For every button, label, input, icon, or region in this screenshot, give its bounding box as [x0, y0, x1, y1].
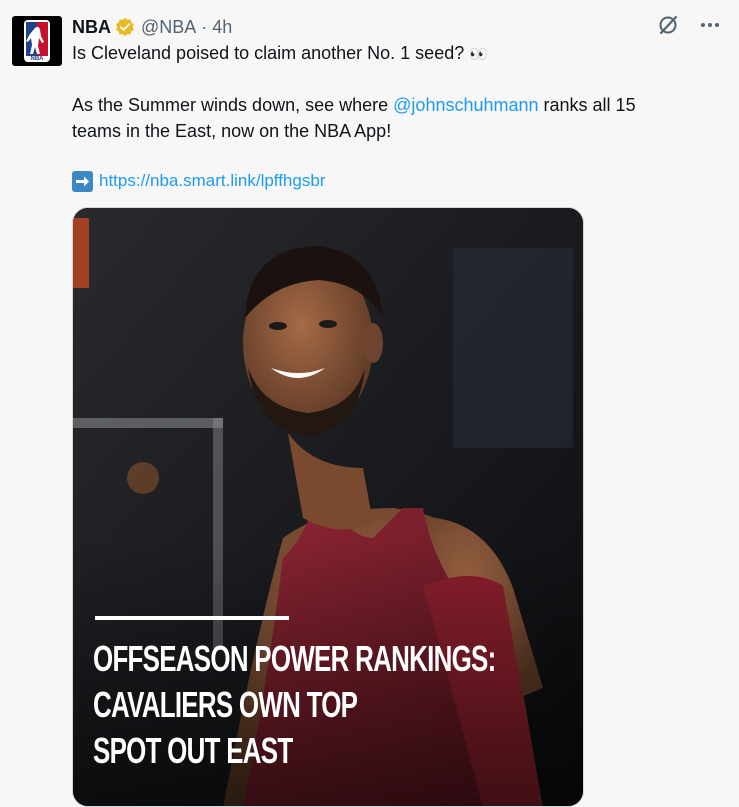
tweet-question: Is Cleveland poised to claim another No.…	[72, 43, 465, 63]
eyes-emoji: 👀	[469, 46, 488, 63]
headline-line: Offseason Power Rankings:	[93, 638, 496, 679]
tweet-text-line-3: teams in the East, now on the NBA App!	[72, 121, 392, 141]
grok-icon[interactable]	[657, 14, 679, 36]
headline-line: Spot Out East	[93, 730, 293, 771]
separator-dot: ·	[201, 16, 208, 37]
tweet-header: NBA @NBA · 4h	[72, 16, 232, 38]
tweet-link-row: https://nba.smart.link/lpffhgsbr	[72, 168, 325, 194]
media-headline: Offseason Power Rankings: Cavaliers Own …	[93, 636, 496, 774]
svg-text:NBA: NBA	[31, 56, 45, 62]
tweet-text-segment: ranks all 15	[538, 95, 636, 115]
more-horizontal-icon[interactable]	[699, 14, 721, 36]
tweet-actions	[657, 14, 721, 36]
gold-verified-badge-icon[interactable]	[115, 17, 135, 37]
tweet-text-line-2: As the Summer winds down, see where @joh…	[72, 92, 636, 118]
author-name[interactable]: NBA	[72, 17, 111, 38]
tweet-media-image[interactable]: Offseason Power Rankings: Cavaliers Own …	[72, 207, 584, 807]
right-arrow-emoji-icon	[72, 170, 93, 192]
nba-logo-icon: NBA	[24, 20, 50, 62]
author-handle[interactable]: @NBA	[141, 17, 196, 38]
timestamp[interactable]: 4h	[212, 17, 232, 38]
mention-link[interactable]: @johnschuhmann	[393, 95, 538, 115]
tweet-text-segment: As the Summer winds down, see where	[72, 95, 394, 115]
avatar[interactable]: NBA	[12, 16, 62, 66]
headline-rule	[95, 616, 289, 620]
headline-line: Cavaliers Own Top	[93, 684, 358, 725]
tweet-url-link[interactable]: https://nba.smart.link/lpffhgsbr	[99, 168, 325, 194]
tweet-text-line-1: Is Cleveland poised to claim another No.…	[72, 40, 488, 68]
